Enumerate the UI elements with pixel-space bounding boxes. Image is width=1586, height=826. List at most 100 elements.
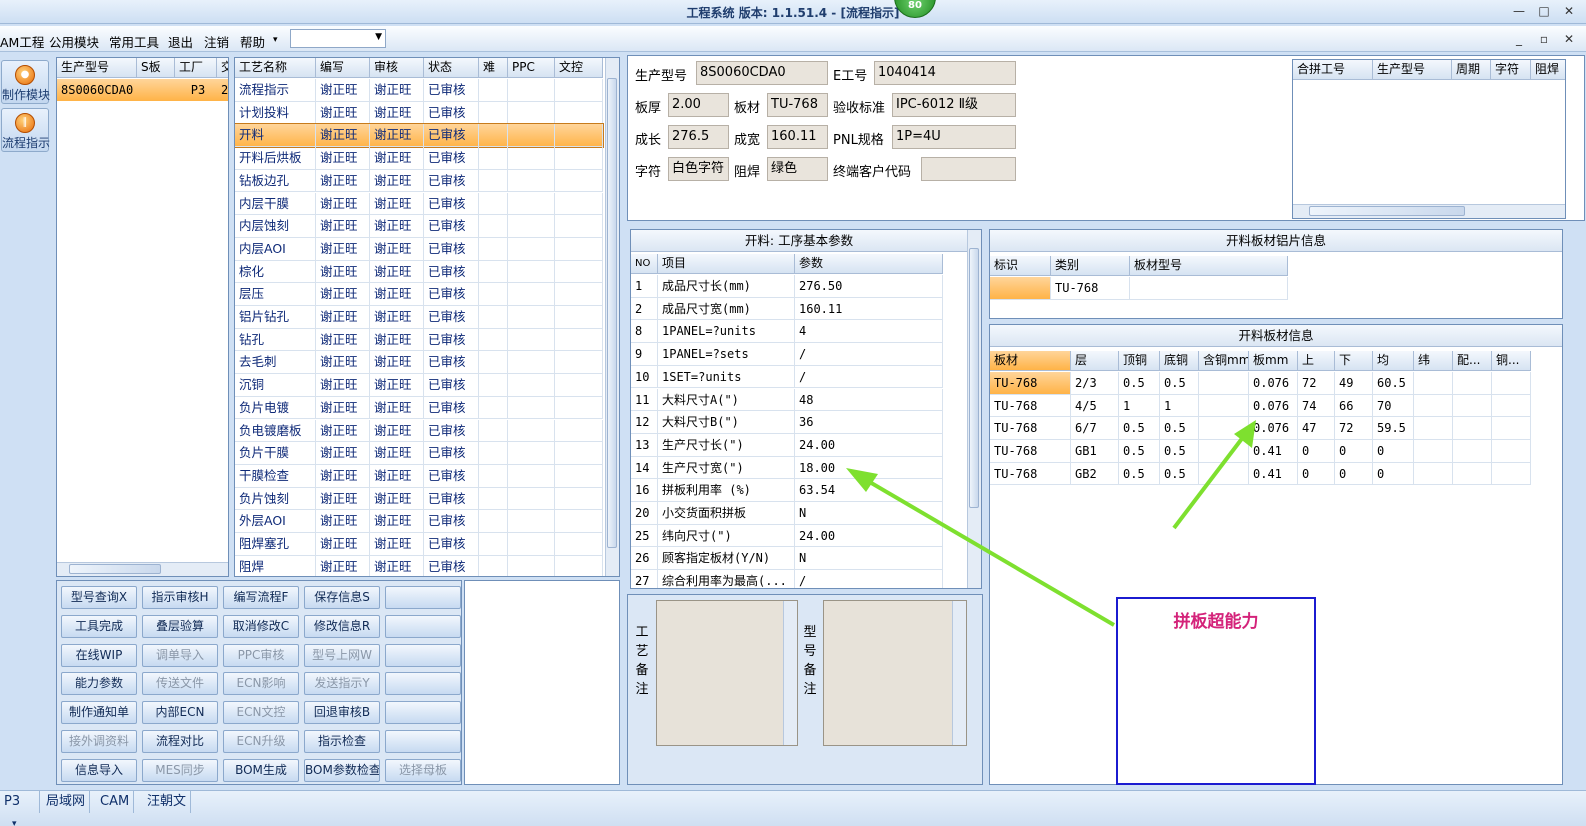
- process-col-header[interactable]: 审核: [370, 58, 424, 78]
- action-button[interactable]: [385, 701, 461, 725]
- model-col-header[interactable]: S板: [137, 58, 175, 78]
- menu-logout[interactable]: 注销: [204, 32, 229, 51]
- sheet-col-header[interactable]: 下: [1335, 351, 1373, 371]
- action-button[interactable]: 选择母板: [385, 758, 461, 782]
- table-row[interactable]: 内层AOI 谢正旺 谢正旺 已审核: [235, 237, 603, 261]
- action-button[interactable]: [385, 672, 461, 696]
- table-row[interactable]: 阻焊 谢正旺 谢正旺 已审核: [235, 555, 603, 576]
- params-col-header[interactable]: 参数: [795, 254, 943, 274]
- scroll-thumb[interactable]: [607, 78, 617, 548]
- thickness-field[interactable]: 2.00: [668, 93, 729, 117]
- child-restore-icon[interactable]: ▫: [1533, 30, 1555, 48]
- table-row[interactable]: 内层蚀刻 谢正旺 谢正旺 已审核: [235, 215, 603, 238]
- table-row[interactable]: 铝片钻孔 谢正旺 谢正旺 已审核: [235, 306, 603, 329]
- action-button[interactable]: 信息导入: [61, 758, 137, 782]
- sheet-col-header[interactable]: 均: [1373, 351, 1414, 371]
- menu-exit[interactable]: 退出: [168, 32, 193, 51]
- status-factory[interactable]: P3 ▾: [0, 791, 40, 826]
- vertical-scrollbar[interactable]: [605, 58, 619, 576]
- sheet-col-header[interactable]: 上: [1298, 351, 1335, 371]
- table-row[interactable]: 8S0060CDA0 P3 2: [57, 79, 228, 101]
- action-button[interactable]: [385, 586, 461, 609]
- menu-common-tools[interactable]: 常用工具: [109, 32, 159, 51]
- sheet-col-header[interactable]: 板材: [990, 351, 1071, 371]
- process-col-header[interactable]: 文控: [555, 58, 603, 78]
- action-button[interactable]: 调单导入: [142, 643, 218, 667]
- vertical-scrollbar[interactable]: [967, 230, 981, 588]
- process-col-header[interactable]: PPC: [508, 58, 555, 78]
- action-button[interactable]: ECN升级: [223, 730, 299, 753]
- process-col-header[interactable]: 状态: [424, 58, 479, 78]
- menu-combo[interactable]: ▼: [290, 29, 386, 48]
- pnl-field[interactable]: 1P=4U: [892, 125, 1016, 149]
- maximize-icon[interactable]: □: [1533, 2, 1555, 20]
- table-row[interactable]: 钻板边孔 谢正旺 谢正旺 已审核: [235, 169, 603, 193]
- scroll-thumb[interactable]: [1309, 206, 1465, 216]
- action-button[interactable]: 指示审核H: [142, 586, 218, 609]
- action-button[interactable]: [385, 614, 461, 638]
- table-row[interactable]: 去毛刺 谢正旺 谢正旺 已审核: [235, 351, 603, 375]
- action-button[interactable]: ECN文控: [223, 701, 299, 725]
- model-col-header[interactable]: 交: [217, 58, 228, 78]
- scroll-thumb[interactable]: [969, 248, 979, 508]
- model-col-header[interactable]: 工厂: [175, 58, 217, 78]
- table-row[interactable]: 开料后烘板 谢正旺 谢正旺 已审核: [235, 147, 603, 170]
- model-col-header[interactable]: 生产型号: [57, 58, 137, 78]
- action-button[interactable]: 编写流程F: [223, 586, 299, 609]
- action-button[interactable]: 传送文件: [142, 672, 218, 696]
- action-button[interactable]: 内部ECN: [142, 701, 218, 725]
- table-row[interactable]: 干膜检查 谢正旺 谢正旺 已审核: [235, 464, 603, 488]
- child-minimize-icon[interactable]: _: [1508, 30, 1530, 48]
- standard-field[interactable]: IPC-6012 Ⅱ级: [892, 93, 1016, 117]
- length-field[interactable]: 276.5: [668, 125, 729, 149]
- merge-col-header[interactable]: 合拼工号: [1293, 60, 1373, 80]
- action-button[interactable]: 在线WIP: [61, 643, 137, 667]
- make-module-button[interactable]: ● 制作模块: [1, 60, 50, 104]
- process-memo-field[interactable]: [656, 600, 798, 746]
- close-icon[interactable]: ✕: [1558, 2, 1580, 20]
- model-field[interactable]: 8S0060CDA0: [696, 61, 828, 85]
- merge-col-header[interactable]: 生产型号: [1373, 60, 1452, 80]
- sheet-col-header[interactable]: 含铜mm: [1199, 351, 1249, 371]
- menu-cam[interactable]: AM工程: [0, 32, 44, 51]
- action-button[interactable]: MES同步: [142, 758, 218, 782]
- sheet-col-header[interactable]: 配...: [1453, 351, 1492, 371]
- params-col-header[interactable]: 项目: [658, 254, 795, 274]
- action-button[interactable]: 保存信息S: [304, 586, 380, 609]
- action-button[interactable]: 工具完成: [61, 614, 137, 638]
- table-row[interactable]: 阻焊塞孔 谢正旺 谢正旺 已审核: [235, 533, 603, 556]
- scroll-thumb[interactable]: [69, 564, 161, 574]
- table-row[interactable]: 外层AOI 谢正旺 谢正旺 已审核: [235, 510, 603, 533]
- mask-field[interactable]: 绿色: [767, 157, 828, 181]
- action-button[interactable]: 流程对比: [142, 730, 218, 753]
- merge-col-header[interactable]: 阻焊: [1531, 60, 1565, 80]
- minimize-icon[interactable]: —: [1508, 2, 1530, 20]
- table-row[interactable]: 钻孔 谢正旺 谢正旺 已审核: [235, 328, 603, 352]
- action-button[interactable]: PPC审核: [223, 643, 299, 667]
- action-button[interactable]: 发送指示Y: [304, 672, 380, 696]
- action-button[interactable]: 取消修改C: [223, 614, 299, 638]
- action-button[interactable]: 型号上网W: [304, 643, 380, 667]
- table-row[interactable]: 计划投料 谢正旺 谢正旺 已审核: [235, 101, 603, 125]
- action-button[interactable]: 指示检查: [304, 730, 380, 753]
- sheet-col-header[interactable]: 纬: [1414, 351, 1453, 371]
- action-button[interactable]: 接外调资料: [61, 730, 137, 753]
- params-col-header[interactable]: NO: [631, 254, 658, 274]
- material-field[interactable]: TU-768: [767, 93, 828, 117]
- table-row[interactable]: 层压 谢正旺 谢正旺 已审核: [235, 283, 603, 306]
- sheet-col-header[interactable]: 层: [1071, 351, 1119, 371]
- sheet-col-header[interactable]: 板mm: [1249, 351, 1298, 371]
- menu-help[interactable]: 帮助: [240, 32, 265, 51]
- action-button[interactable]: 修改信息R: [304, 614, 380, 638]
- child-close-icon[interactable]: ✕: [1558, 30, 1580, 48]
- action-button[interactable]: ECN影响: [223, 672, 299, 696]
- aluminum-col-header[interactable]: 板材型号: [1130, 256, 1288, 276]
- sheet-col-header[interactable]: 底铜: [1160, 351, 1199, 371]
- horizontal-scrollbar[interactable]: [57, 562, 228, 576]
- action-button[interactable]: [385, 730, 461, 753]
- aluminum-col-header[interactable]: 标识: [990, 256, 1051, 276]
- help-dropdown-icon[interactable]: ▾: [273, 35, 278, 45]
- table-row[interactable]: 流程指示 谢正旺 谢正旺 已审核: [235, 79, 603, 102]
- action-button[interactable]: 叠层验算: [142, 614, 218, 638]
- aluminum-col-header[interactable]: 类别: [1051, 256, 1130, 276]
